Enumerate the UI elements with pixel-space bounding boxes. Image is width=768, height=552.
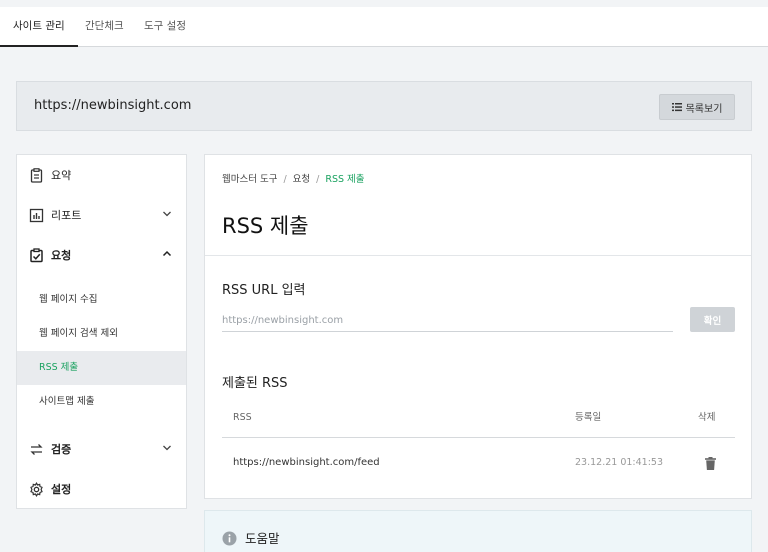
tab-site-management[interactable]: 사이트 관리 — [0, 7, 78, 47]
sidebar-item-verify[interactable]: 검증 — [17, 429, 186, 469]
list-icon — [671, 103, 682, 112]
column-header-rss: RSS — [233, 412, 252, 423]
breadcrumb-separator: / — [283, 174, 287, 185]
column-header-delete: 삭제 — [698, 412, 716, 423]
sidebar-subitem-rss-submit[interactable]: RSS 제출 — [17, 351, 186, 385]
column-header-date: 등록일 — [575, 412, 602, 423]
sidebar-item-report[interactable]: 리포트 — [17, 195, 186, 235]
clipboard-icon — [29, 167, 44, 183]
sidebar-subitem-page-exclude[interactable]: 웹 페이지 검색 제외 — [17, 317, 186, 351]
site-bar: https://newbinsight.com 목록보기 — [16, 81, 752, 131]
rss-url-cell: https://newbinsight.com/feed — [233, 457, 380, 468]
top-strip — [0, 0, 768, 7]
sidebar-subitem-page-crawl[interactable]: 웹 페이지 수집 — [17, 283, 186, 317]
top-tab-bar: 사이트 관리 간단체크 도구 설정 — [0, 7, 768, 47]
breadcrumb: 웹마스터 도구 / 요청 / RSS 제출 — [222, 171, 365, 185]
info-icon — [222, 531, 237, 546]
rss-url-label: RSS URL 입력 — [222, 283, 306, 298]
sidebar-item-label: 설정 — [51, 483, 72, 496]
sidebar-item-request[interactable]: 요청 — [17, 235, 186, 275]
main-panel: 웹마스터 도구 / 요청 / RSS 제출 RSS 제출 RSS URL 입력 확인 제… — [204, 154, 752, 499]
breadcrumb-item[interactable]: 웹마스터 도구 — [222, 174, 277, 185]
help-panel: 도움말 — [204, 510, 752, 552]
bar-chart-icon — [29, 208, 44, 223]
rss-url-input[interactable] — [222, 310, 673, 332]
sidebar: 요약 리포트 요청 웹 페이지 수집 웹 페이지 검색 제외 RSS 제출 사이… — [16, 154, 187, 509]
sidebar-subitem-sitemap-submit[interactable]: 사이트맵 제출 — [17, 385, 186, 419]
page-title: RSS 제출 — [222, 214, 309, 238]
trash-icon[interactable] — [705, 457, 716, 470]
chevron-up-icon — [162, 250, 172, 257]
breadcrumb-separator: / — [316, 174, 320, 185]
tab-tool-settings[interactable]: 도구 설정 — [131, 7, 199, 47]
confirm-button[interactable]: 확인 — [690, 307, 735, 332]
clipboard-check-icon — [29, 247, 44, 263]
sidebar-item-label: 리포트 — [51, 209, 82, 222]
list-view-label: 목록보기 — [685, 103, 723, 115]
divider — [205, 255, 751, 256]
submitted-rss-title: 제출된 RSS — [222, 376, 288, 391]
chevron-down-icon — [163, 211, 171, 217]
gear-icon — [29, 481, 44, 497]
date-cell: 23.12.21 01:41:53 — [575, 457, 663, 468]
exchange-icon — [29, 442, 44, 457]
site-url: https://newbinsight.com — [34, 98, 192, 113]
table-header: RSS 등록일 삭제 — [222, 402, 735, 438]
breadcrumb-current: RSS 제출 — [325, 174, 365, 185]
tab-quick-check[interactable]: 간단체크 — [72, 7, 137, 47]
sidebar-item-settings[interactable]: 설정 — [17, 469, 186, 509]
sidebar-item-label: 검증 — [51, 443, 72, 456]
chevron-down-icon — [163, 445, 171, 451]
sidebar-item-summary[interactable]: 요약 — [17, 155, 186, 195]
table-row: https://newbinsight.com/feed 23.12.21 01… — [222, 440, 735, 484]
breadcrumb-item[interactable]: 요청 — [293, 174, 310, 185]
sidebar-item-label: 요청 — [51, 249, 72, 262]
sidebar-item-label: 요약 — [51, 169, 72, 182]
help-title: 도움말 — [245, 531, 280, 546]
list-view-button[interactable]: 목록보기 — [659, 94, 735, 120]
